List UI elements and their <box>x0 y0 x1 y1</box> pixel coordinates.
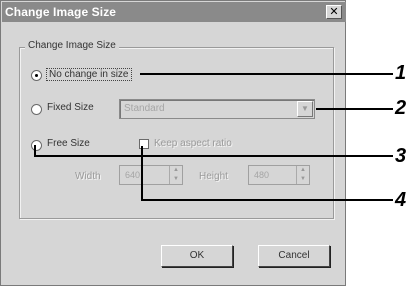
width-label: Width <box>75 171 101 182</box>
height-spinner[interactable]: 480 ▲ ▼ <box>248 165 310 185</box>
close-icon[interactable]: ✕ <box>326 5 342 19</box>
no-change-label[interactable]: No change in size <box>46 68 132 81</box>
no-change-radio[interactable] <box>31 70 42 81</box>
fixed-size-value: Standard <box>124 103 165 114</box>
fixed-size-dropdown[interactable]: Standard ▼ <box>119 99 315 119</box>
callout-line-3 <box>34 155 393 157</box>
chevron-down-icon[interactable]: ▼ <box>297 101 313 117</box>
spinner-arrows-icon[interactable]: ▲ ▼ <box>296 166 309 184</box>
change-image-size-dialog: Change Image Size ✕ Change Image Size No… <box>0 0 346 286</box>
radio-selected-dot <box>35 74 38 77</box>
callout-line-4 <box>141 199 393 201</box>
group-label: Change Image Size <box>25 40 119 51</box>
height-label: Height <box>199 171 228 182</box>
width-spinner[interactable]: 640 ▲ ▼ <box>119 165 183 185</box>
free-size-label[interactable]: Free Size <box>47 138 90 149</box>
callout-number-4: 4 <box>395 189 407 211</box>
callout-line-1 <box>140 73 393 75</box>
width-value: 640 <box>125 170 141 180</box>
callout-line-2 <box>316 108 393 110</box>
cancel-button[interactable]: Cancel <box>258 245 330 267</box>
height-value: 480 <box>254 170 270 180</box>
spinner-arrows-icon[interactable]: ▲ ▼ <box>169 166 182 184</box>
dialog-title: Change Image Size <box>5 5 117 19</box>
free-size-radio[interactable] <box>31 140 42 151</box>
ok-button[interactable]: OK <box>161 245 233 267</box>
fixed-size-radio[interactable] <box>31 104 42 115</box>
keep-ratio-label: Keep aspect ratio <box>154 138 232 149</box>
title-bar[interactable]: Change Image Size ✕ <box>2 2 346 22</box>
callout-number-2: 2 <box>395 97 407 119</box>
callout-line-4-vertical <box>141 146 143 201</box>
callout-number-1: 1 <box>395 62 407 84</box>
callout-number-3: 3 <box>395 145 407 167</box>
fixed-size-label[interactable]: Fixed Size <box>47 102 94 113</box>
